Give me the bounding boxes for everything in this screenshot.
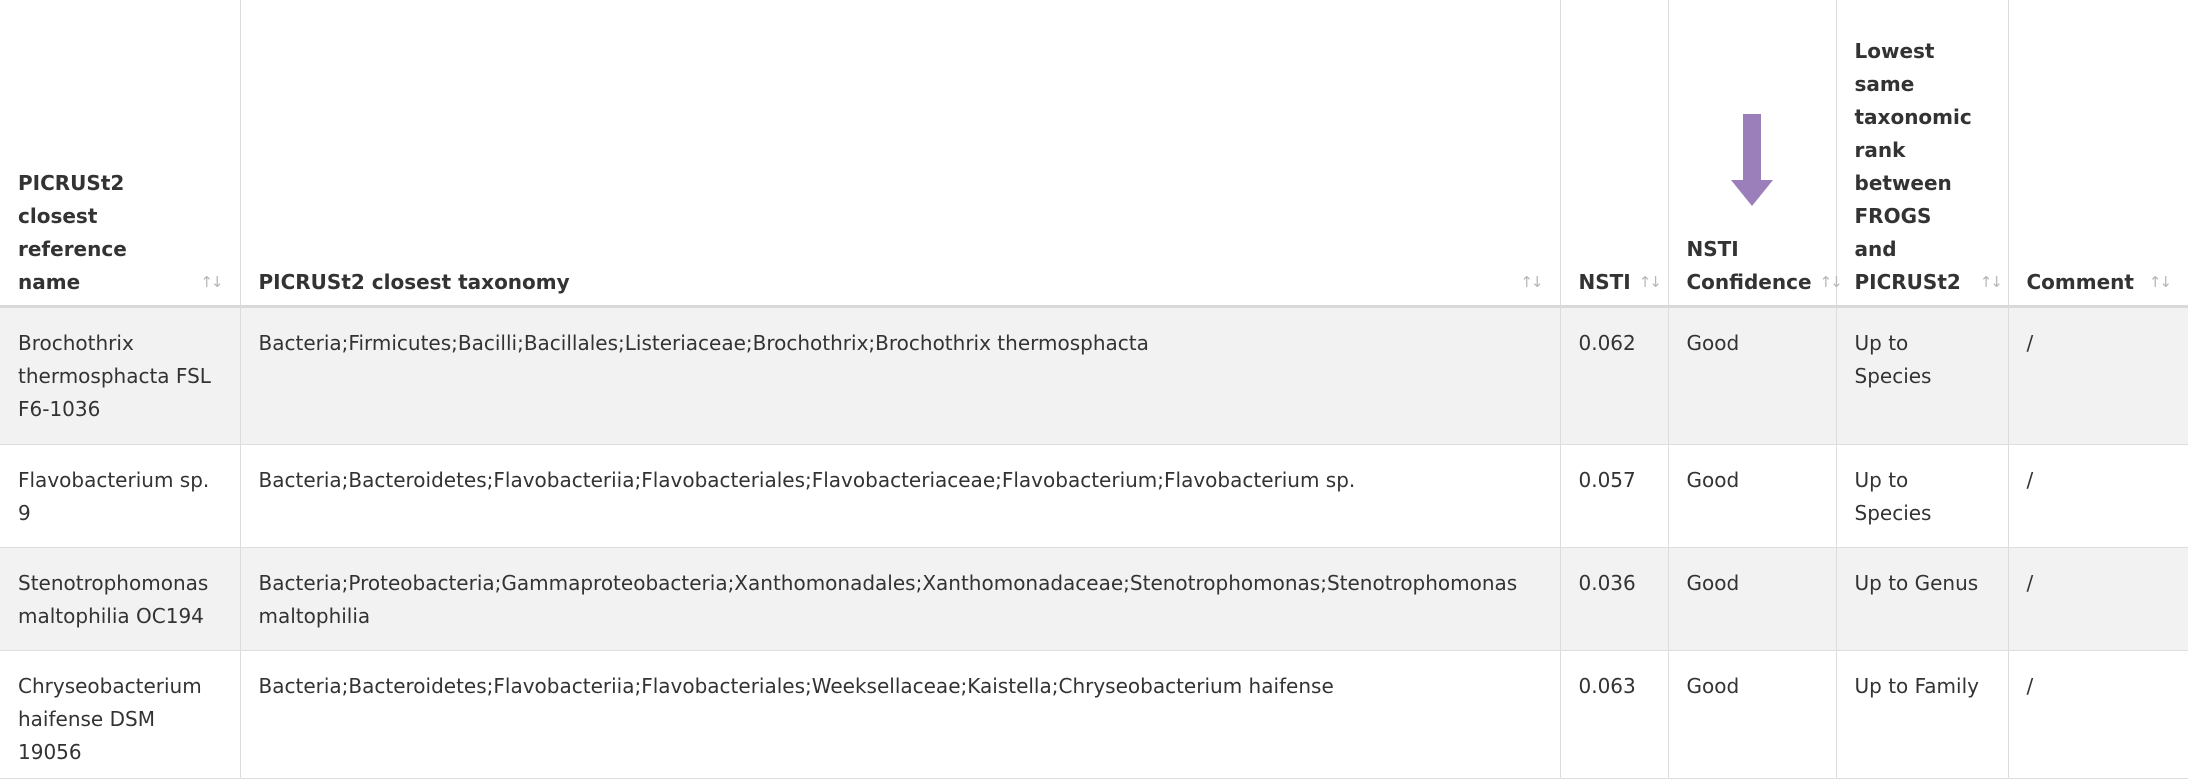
- column-header-lowest-rank[interactable]: Lowest same taxonomic rank between FROGS…: [1836, 0, 2009, 308]
- cell-taxonomy: Bacteria;Proteobacteria;Gammaproteobacte…: [240, 547, 1561, 651]
- sort-icon[interactable]: ↑↓: [2149, 266, 2172, 299]
- cell-nsti-confidence: Good: [1668, 650, 1837, 779]
- sort-icon[interactable]: ↑↓: [200, 266, 223, 299]
- column-header-label: NSTI Confidence: [1686, 237, 1812, 294]
- table-row: Chryseobacterium haifense DSM 19056 Bact…: [0, 650, 2188, 779]
- cell-lowest-rank: Up to Species: [1836, 306, 2009, 445]
- cell-taxonomy: Bacteria;Bacteroidetes;Flavobacteriia;Fl…: [240, 444, 1561, 548]
- cell-nsti: 0.062: [1560, 306, 1669, 445]
- down-arrow-icon: [1731, 114, 1773, 206]
- cell-reference-name: Stenotrophomonas maltophilia OC194: [0, 547, 241, 651]
- table-row: Stenotrophomonas maltophilia OC194 Bacte…: [0, 547, 2188, 651]
- cell-comment: /: [2008, 444, 2188, 548]
- cell-nsti-confidence: Good: [1668, 306, 1837, 445]
- cell-taxonomy: Bacteria;Bacteroidetes;Flavobacteriia;Fl…: [240, 650, 1561, 779]
- column-header-comment[interactable]: Comment ↑↓: [2008, 0, 2188, 308]
- column-header-label: PICRUSt2 closest taxonomy: [258, 270, 570, 294]
- cell-nsti: 0.057: [1560, 444, 1669, 548]
- cell-comment: /: [2008, 650, 2188, 779]
- cell-nsti-confidence: Good: [1668, 547, 1837, 651]
- cell-reference-name: Brochothrix thermosphacta FSL F6-1036: [0, 306, 241, 445]
- sort-icon[interactable]: ↑↓: [1980, 266, 2003, 299]
- cell-nsti-confidence: Good: [1668, 444, 1837, 548]
- table-row: Brochothrix thermosphacta FSL F6-1036 Ba…: [0, 306, 2188, 445]
- results-table-container: PICRUSt2 closest reference name ↑↓ PICRU…: [0, 0, 2188, 779]
- table-row: Flavobacterium sp. 9 Bacteria;Bacteroide…: [0, 444, 2188, 548]
- column-header-label: Lowest same taxonomic rank between FROGS…: [1854, 39, 1972, 294]
- column-header-taxonomy[interactable]: PICRUSt2 closest taxonomy ↑↓: [240, 0, 1561, 308]
- column-header-nsti-confidence[interactable]: NSTI Confidence ↑↓: [1668, 0, 1843, 308]
- arrow-head: [1731, 180, 1773, 206]
- picrust2-results-table: PICRUSt2 closest reference name ↑↓ PICRU…: [0, 0, 2188, 779]
- arrow-shaft: [1743, 114, 1761, 184]
- cell-reference-name: Flavobacterium sp. 9: [0, 444, 241, 548]
- cell-nsti: 0.036: [1560, 547, 1669, 651]
- cell-reference-name: Chryseobacterium haifense DSM 19056: [0, 650, 241, 779]
- cell-taxonomy: Bacteria;Firmicutes;Bacilli;Bacillales;L…: [240, 306, 1561, 445]
- column-header-label: PICRUSt2 closest reference name: [18, 171, 127, 294]
- cell-lowest-rank: Up to Genus: [1836, 547, 2009, 651]
- column-header-label: Comment: [2026, 270, 2134, 294]
- cell-comment: /: [2008, 306, 2188, 445]
- cell-nsti: 0.063: [1560, 650, 1669, 779]
- column-header-label: NSTI: [1578, 270, 1631, 294]
- table-header-row: PICRUSt2 closest reference name ↑↓ PICRU…: [0, 0, 2188, 308]
- column-header-reference-name[interactable]: PICRUSt2 closest reference name ↑↓: [0, 0, 241, 308]
- cell-lowest-rank: Up to Family: [1836, 650, 2009, 779]
- cell-comment: /: [2008, 547, 2188, 651]
- sort-icon[interactable]: ↑↓: [1639, 266, 1662, 299]
- cell-lowest-rank: Up to Species: [1836, 444, 2009, 548]
- column-header-nsti[interactable]: NSTI ↑↓: [1560, 0, 1669, 308]
- sort-icon[interactable]: ↑↓: [1520, 266, 1543, 299]
